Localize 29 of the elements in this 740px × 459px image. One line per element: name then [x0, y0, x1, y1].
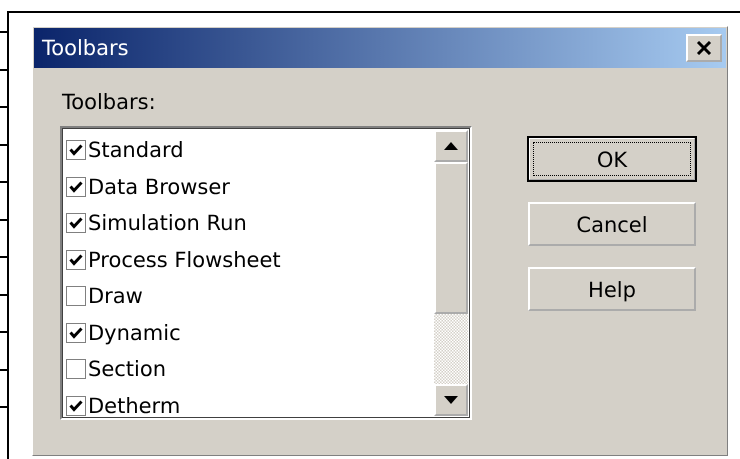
checkbox[interactable] — [66, 322, 86, 343]
checkbox[interactable] — [66, 250, 86, 270]
list-item[interactable]: Standard — [66, 132, 434, 168]
list-item[interactable]: Process Flowsheet — [66, 242, 434, 278]
scrollbar[interactable] — [434, 128, 470, 418]
checkbox[interactable] — [66, 176, 86, 197]
list-item[interactable]: Data Browser — [66, 168, 434, 205]
scroll-thumb[interactable] — [434, 162, 468, 314]
scroll-up-button[interactable] — [434, 130, 468, 162]
dialog-button[interactable]: Help — [528, 267, 696, 311]
checkbox[interactable] — [66, 286, 86, 306]
list-item[interactable]: Draw — [66, 278, 434, 314]
checkbox[interactable] — [66, 140, 86, 160]
close-icon — [696, 41, 712, 55]
close-button[interactable] — [686, 34, 722, 62]
list-item[interactable]: Dynamic — [66, 314, 434, 351]
dialog-button[interactable]: Cancel — [528, 202, 696, 246]
checkbox[interactable] — [66, 213, 86, 234]
list-item[interactable]: Detherm — [66, 388, 434, 418]
down-arrow-icon — [444, 396, 458, 404]
checkbox[interactable] — [66, 359, 86, 380]
window-title: Toolbars — [42, 36, 129, 60]
up-arrow-icon — [444, 142, 458, 150]
dialog-button[interactable]: OK — [528, 137, 696, 181]
list-item[interactable]: Simulation Run — [66, 205, 434, 242]
scroll-down-button[interactable] — [434, 384, 468, 416]
list-item[interactable]: Section — [66, 351, 434, 388]
checkbox[interactable] — [66, 396, 86, 416]
list-label: Toolbars: — [62, 90, 157, 114]
